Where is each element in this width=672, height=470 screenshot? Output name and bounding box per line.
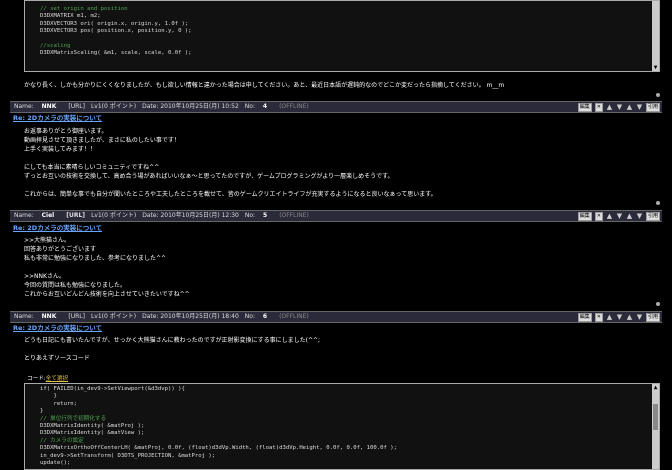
code-line: if( FAILED(in_dev9->SetViewport(&d3dvp))… [40, 386, 185, 392]
post-line: これからは、簡単な事でも自分が聞いたところや工夫したところを載せて、皆のゲームク… [24, 191, 437, 198]
code-line: // 単位行列で初期化する [40, 415, 107, 422]
post-line: 私も非常に勉強になりました、参考になりました^^ [24, 255, 167, 262]
code-line: update(); [40, 459, 71, 466]
post-title[interactable]: Re: 2Dカメラの実装について [13, 224, 102, 232]
post-body: >>大熊猫さん。回答ありがとうございます私も非常に勉強になりました、参考になりま… [24, 237, 190, 300]
post-title[interactable]: Re: 2Dカメラの実装について [13, 324, 102, 332]
post-line: にしても本当に素晴らしいコミュニティですね^^ [24, 164, 160, 171]
move-down-icon[interactable]: ▼ [636, 314, 643, 321]
edit-button[interactable]: 編集 [577, 313, 592, 322]
post-header: Name: NNK [URL] Lv1(0 ポイント) Date: 2010年1… [10, 101, 662, 113]
code-line: D3DXVECTOR3 pos( position.x, position.y,… [40, 28, 192, 35]
post-line: これからお互いどんどん技術を向上させていきたいですね^^ [24, 291, 190, 298]
quote-button[interactable]: 引用 [645, 103, 660, 112]
move-down-icon[interactable]: ▼ [636, 213, 643, 220]
bottom-code-scrollbar[interactable]: ▲ [652, 384, 659, 469]
post-header: Name: Ciel [URL] Lv1(0 ポイント) Date: 2010年… [10, 210, 662, 222]
author-name[interactable]: NNK [42, 103, 57, 110]
select-all-link[interactable]: 全て選択 [46, 376, 68, 382]
quote-button[interactable]: 引用 [645, 313, 660, 322]
author-url-link[interactable]: [URL] [68, 103, 85, 111]
code-line: // set origin and position [40, 6, 128, 12]
author-url-link[interactable]: [URL] [66, 212, 85, 220]
scroll-up-icon[interactable] [652, 1, 659, 8]
code-line: return; [40, 400, 78, 407]
move-down-icon[interactable]: ▼ [636, 104, 643, 111]
post-line: 今回の質問は私も勉強になりました。 [24, 282, 127, 289]
bottom-code-box: if( FAILED(in_dev9->SetViewport(&d3dvp))… [24, 383, 660, 470]
code-line: in_dev9->SetTransform( D3DTS_PROJECTION,… [40, 452, 216, 459]
code-line: D3DXMATRIX m1, m2; [40, 13, 101, 20]
top-note: かなり長く、しかも分かりにくくなりましたが、もし欲しい情報と違かった場合は申して… [24, 82, 505, 89]
post-line [24, 346, 320, 355]
post-line [24, 264, 190, 273]
vote-up-icon[interactable]: ▲ [606, 314, 613, 321]
author-name[interactable]: NNK [42, 313, 57, 320]
quote-button[interactable]: 引用 [645, 212, 660, 221]
vote-down-icon[interactable]: ▼ [616, 104, 623, 111]
move-up-icon[interactable]: ▲ [626, 314, 633, 321]
post-line: ずっとお互いの技術を交換して、高め合う場があればいいなぁ～と思ってたのですが、ゲ… [24, 173, 394, 180]
scroll-top-icon[interactable] [656, 302, 660, 306]
delete-button[interactable]: ✕ [594, 103, 603, 112]
post-line: お返事ありがとう御座います。 [24, 128, 108, 135]
edit-button[interactable]: 編集 [577, 212, 592, 221]
code-line: //scaling [40, 42, 71, 49]
vote-up-icon[interactable]: ▲ [606, 104, 613, 111]
scroll-down-icon[interactable]: ▼ [652, 64, 659, 71]
post-body: どうも日記にも書いたんですが、せっかく大熊猫さんに教わったのですが正射影変換にす… [24, 337, 320, 364]
top-code-box: // set origin and position D3DXMATRIX m1,… [24, 0, 660, 72]
code-line: D3DXMatrixIdentity( &matProj ); [40, 422, 145, 429]
code-line: D3DXVECTOR3 ori( origin.x, origin.y, 1.0… [40, 20, 189, 27]
post-line: 上手く実装してみます！！ [24, 146, 96, 153]
scroll-top-icon[interactable] [656, 201, 660, 205]
post-line [24, 155, 437, 164]
scroll-up-icon[interactable]: ▲ [652, 384, 659, 391]
code-line: D3DXMatrixIdentity( &matView ); [40, 430, 145, 437]
post-line: どうも日記にも書いたんですが、せっかく大熊猫さんに教わったのですが正射影変換にす… [24, 337, 321, 344]
post-title[interactable]: Re: 2Dカメラの実装について [13, 114, 102, 122]
post-body: お返事ありがとう御座います。動画拝見させて頂きましたが、まさに私のしたい事です！… [24, 128, 437, 200]
post-line: 回答ありがとうございます [24, 246, 97, 253]
vote-down-icon[interactable]: ▼ [616, 314, 623, 321]
delete-button[interactable]: ✕ [594, 212, 603, 221]
code-line: // カメラの設定 [40, 437, 84, 444]
code-line: D3DXMatrixOrthoOffCenterLH( &matProj, 0.… [40, 445, 397, 452]
code-line: } [40, 408, 44, 415]
post-header: Name: NNK [URL] Lv1(0 ポイント) Date: 2010年1… [10, 311, 662, 323]
vote-up-icon[interactable]: ▲ [606, 213, 613, 220]
post-line: とりあえずソースコード [24, 355, 90, 362]
scrollbar-thumb[interactable] [653, 404, 658, 430]
post-line: >>NNKさん。 [24, 273, 65, 280]
post-line: 動画拝見させて頂きましたが、まさに私のしたい事です！ [24, 137, 180, 144]
delete-button[interactable]: ✕ [594, 313, 603, 322]
vote-down-icon[interactable]: ▼ [616, 213, 623, 220]
edit-button[interactable]: 編集 [577, 103, 592, 112]
scroll-top-icon[interactable] [656, 93, 660, 97]
author-name[interactable]: Ciel [42, 212, 55, 219]
post-line [24, 182, 437, 191]
post-line: >>大熊猫さん。 [24, 237, 71, 244]
top-code-scrollbar[interactable]: ▼ [652, 1, 659, 71]
code-line: D3DXMatrixScaling( &m1, scale, scale, 0.… [40, 50, 192, 57]
move-up-icon[interactable]: ▲ [626, 104, 633, 111]
code-line: } [40, 393, 57, 400]
move-up-icon[interactable]: ▲ [626, 213, 633, 220]
author-url-link[interactable]: [URL] [68, 313, 85, 321]
